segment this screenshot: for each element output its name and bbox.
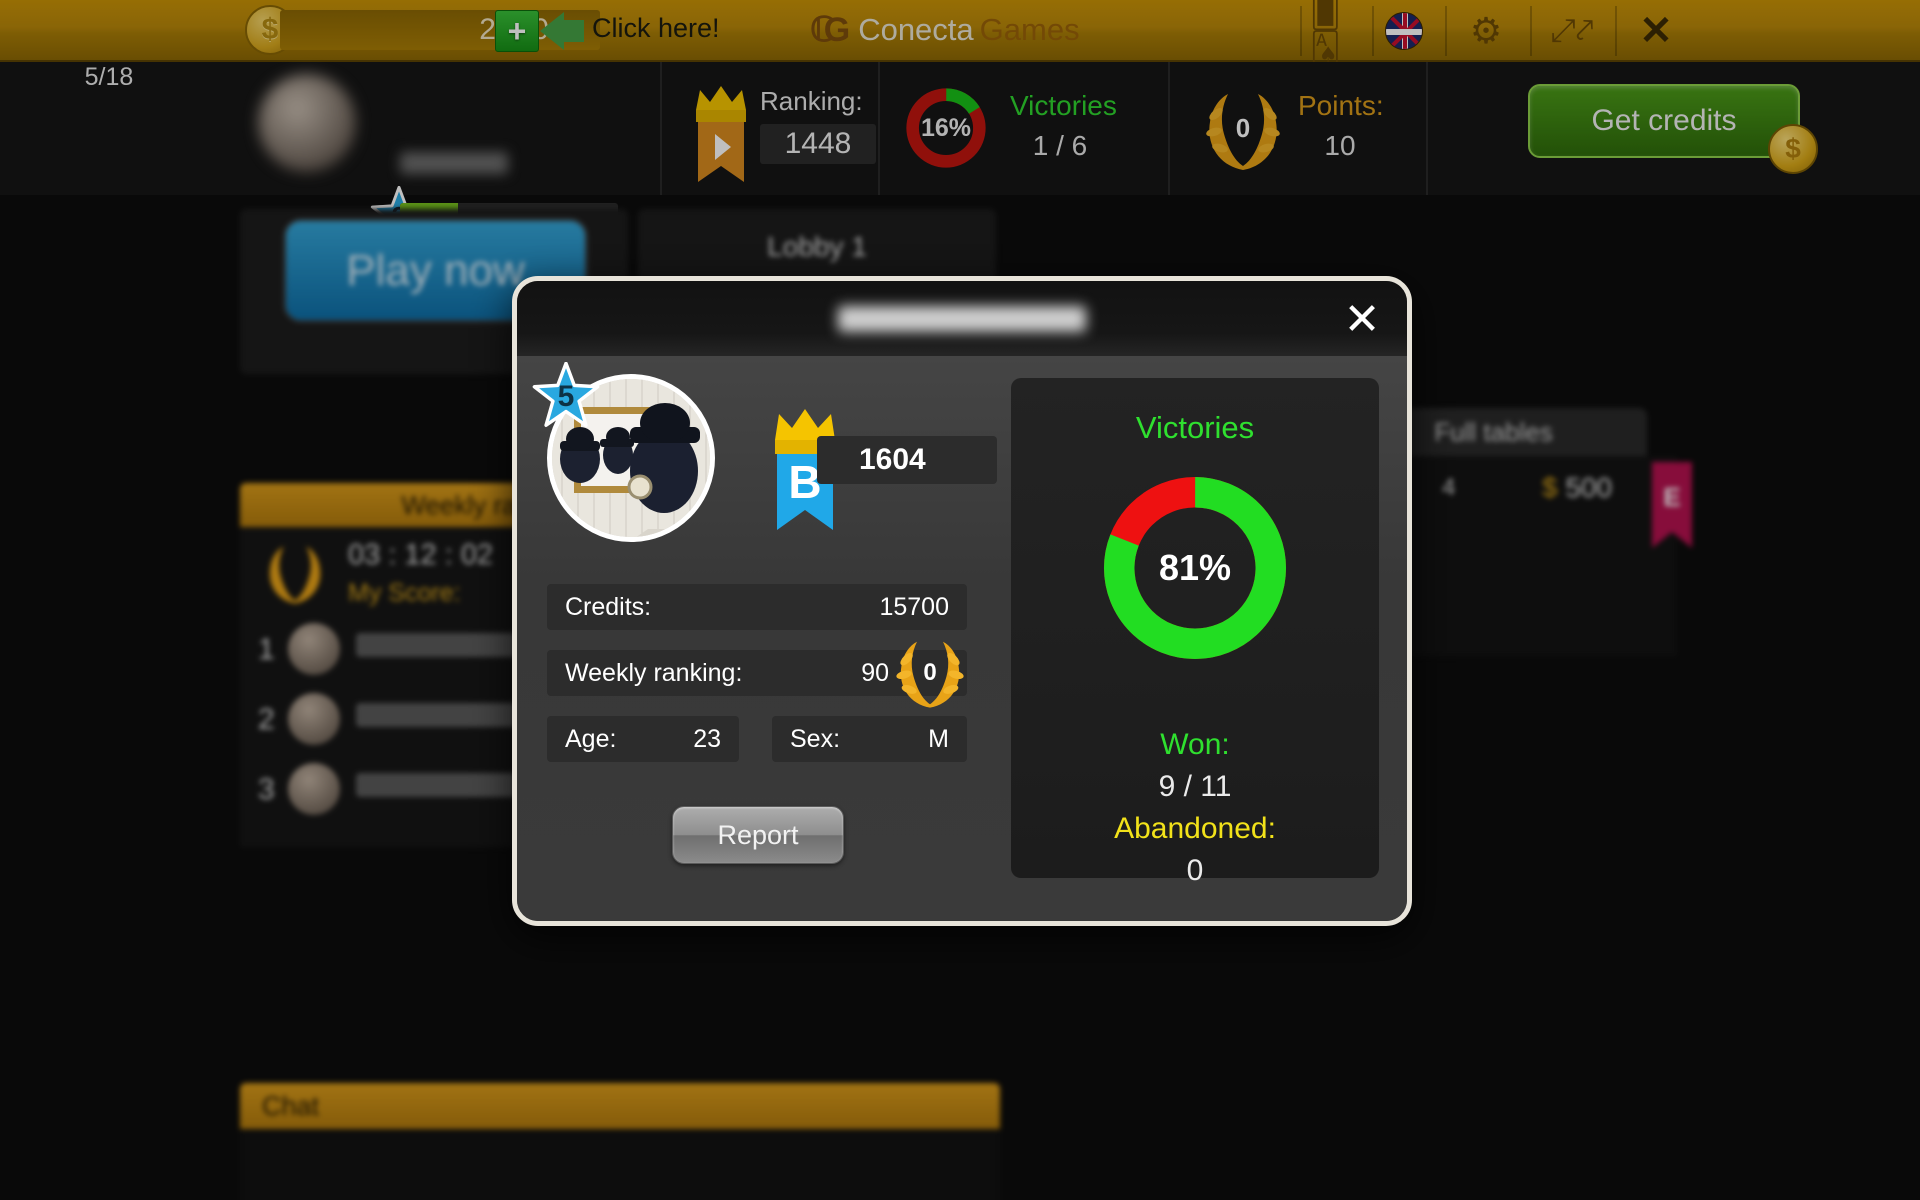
page-title: [838, 305, 1086, 332]
weekly-ranking-label: Weekly ranking:: [565, 658, 743, 687]
weekly-ranking-row: Weekly ranking: 90 0: [547, 641, 967, 708]
game-app-window: $ 2750 + Click here! ℂG Conecta Games 🂠🂡…: [0, 0, 1920, 1200]
dialog-header: [517, 281, 1407, 356]
sex-label: Sex:: [790, 724, 841, 753]
won-label: Won:: [1160, 728, 1230, 761]
won-value: 9 / 11: [1158, 770, 1232, 803]
age-label: Age:: [565, 724, 617, 753]
sex-row: Sex: M: [772, 716, 967, 762]
abandoned-value: 0: [1186, 854, 1204, 887]
victories-panel: Victories 81% Won: 9 / 11 Abandoned: 0: [1011, 378, 1379, 887]
player-ranking-value: 1604: [817, 436, 997, 484]
abandoned-label: Abandoned:: [1114, 812, 1276, 845]
credits-row: Credits: 15700: [547, 584, 967, 630]
level-star-icon: 5: [531, 361, 601, 428]
close-icon[interactable]: ✕: [1339, 297, 1385, 343]
victories-percent-label: 81%: [1158, 547, 1232, 588]
player-profile-dialog: ✕ 5 B 1604 Credits: 15700 Weekly ranking…: [512, 276, 1412, 926]
age-value: 23: [693, 724, 721, 753]
report-button[interactable]: Report: [672, 806, 844, 864]
sex-value: M: [928, 724, 949, 753]
age-row: Age: 23: [547, 716, 739, 762]
credits-label: Credits:: [565, 592, 652, 621]
victories-title: Victories: [1135, 410, 1255, 445]
avatar-level-value: 5: [557, 380, 575, 413]
dialog-body: 5 B 1604 Credits: 15700 Weekly ranking: …: [517, 356, 1407, 921]
weekly-ranking-badge: 0: [923, 659, 937, 686]
credits-value: 15700: [879, 592, 949, 621]
